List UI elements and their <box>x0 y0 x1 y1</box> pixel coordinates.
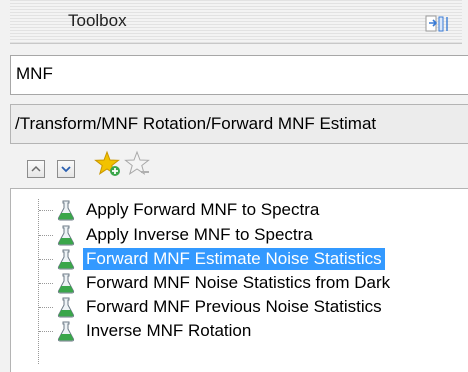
tree-item-label: Forward MNF Previous Noise Statistics <box>86 297 382 316</box>
tree-connector <box>39 283 53 284</box>
flask-icon <box>57 225 75 246</box>
tree-item[interactable]: Forward MNF Noise Statistics from Dark <box>11 271 468 295</box>
tree-item[interactable]: Forward MNF Previous Noise Statistics <box>11 295 468 319</box>
tree-connector <box>39 259 53 260</box>
tree-item[interactable]: Apply Inverse MNF to Spectra <box>11 223 468 247</box>
flask-icon <box>57 297 75 318</box>
tool-path-field[interactable]: /Transform/MNF Rotation/Forward MNF Esti… <box>10 104 468 144</box>
chevron-up-icon <box>31 165 41 172</box>
tree-connector <box>39 210 53 211</box>
toolbox-titlebar: Toolbox <box>10 0 462 44</box>
tool-path-text: /Transform/MNF Rotation/Forward MNF Esti… <box>15 114 377 133</box>
tree-item-label: Forward MNF Estimate Noise Statistics <box>83 248 385 270</box>
flask-icon <box>57 249 75 270</box>
search-field[interactable] <box>10 55 468 95</box>
tree-item[interactable]: Forward MNF Estimate Noise Statistics <box>11 247 468 271</box>
flask-icon <box>57 200 75 221</box>
flask-icon <box>57 273 75 294</box>
tool-tree: Apply Forward MNF to Spectra Apply Invers… <box>10 188 468 372</box>
add-favorite-star-icon[interactable] <box>94 150 122 178</box>
expand-button[interactable] <box>57 160 75 178</box>
tree-item-label: Forward MNF Noise Statistics from Dark <box>86 273 391 292</box>
tree-item[interactable]: Inverse MNF Rotation <box>11 319 468 343</box>
tree-item-label: Inverse MNF Rotation <box>86 321 252 340</box>
flask-icon <box>57 321 75 342</box>
toolbox-title: Toolbox <box>68 11 127 30</box>
dock-icon[interactable] <box>425 14 451 34</box>
tree-item-label: Apply Forward MNF to Spectra <box>86 200 320 219</box>
remove-favorite-star-icon[interactable] <box>124 150 152 178</box>
tree-connector <box>39 307 53 308</box>
tree-connector <box>39 235 53 236</box>
tree-connector <box>39 331 53 332</box>
tree-item[interactable]: Apply Forward MNF to Spectra <box>11 198 468 222</box>
tree-item-label: Apply Inverse MNF to Spectra <box>86 225 313 244</box>
chevron-down-icon <box>61 166 71 173</box>
collapse-button[interactable] <box>27 160 45 178</box>
search-input[interactable] <box>16 64 456 84</box>
